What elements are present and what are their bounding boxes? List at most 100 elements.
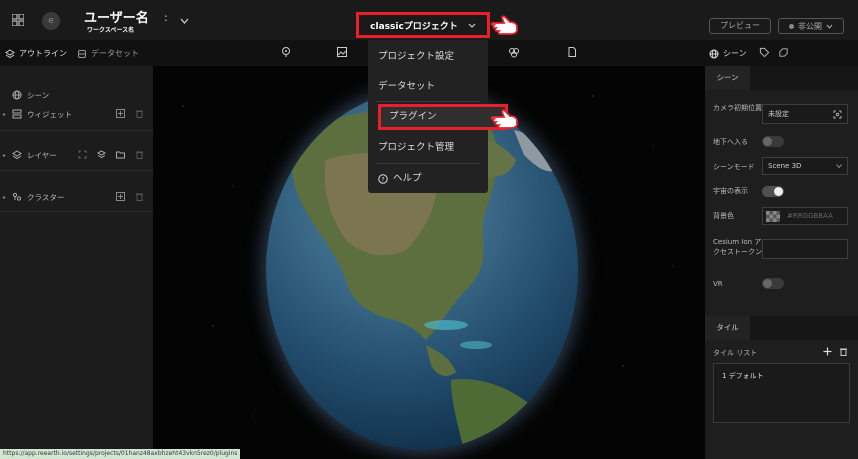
map-pin-icon[interactable] (280, 46, 292, 58)
svg-text:?: ? (381, 176, 384, 184)
color-swatch-icon[interactable] (766, 211, 780, 222)
right-panel: シーン カメラ初期位置 未設定 地下へ入る シーンモード Scene 3D 宇宙… (705, 66, 858, 459)
trash-icon[interactable] (135, 109, 144, 118)
pointer-hand-icon (490, 109, 518, 129)
add-icon[interactable] (116, 109, 125, 118)
tab-dataset-label: データセット (91, 49, 139, 58)
camera-field[interactable]: 未設定 (762, 104, 848, 124)
top-bar: e ユーザー名 ワークスペース名 : classicプロジェクト プレビュー 非… (0, 0, 858, 40)
cluster-icon (12, 192, 22, 201)
chevron-down-icon (826, 24, 833, 29)
underground-toggle[interactable] (762, 136, 784, 147)
add-icon[interactable] (116, 192, 125, 201)
separator: : (164, 11, 168, 24)
vr-toggle[interactable] (762, 278, 784, 289)
globe-icon (709, 49, 719, 58)
outline-widget-label: ウィジェット (27, 109, 72, 119)
space-label: 宇宙の表示 (713, 187, 748, 195)
menu-item-dataset[interactable]: データセット (368, 72, 488, 102)
bg-color-field[interactable]: #RRGGBBAA (762, 207, 848, 225)
trash-icon[interactable] (839, 347, 848, 356)
tile-list: 1 デフォルト (713, 363, 850, 423)
bg-color-value: #RRGGBBAA (787, 212, 833, 220)
tile-section-header: タイル (705, 316, 858, 340)
outline-layer-label: レイヤー (27, 150, 57, 160)
caret-right-icon[interactable]: ▸ (3, 111, 6, 118)
scene-mode-select[interactable]: Scene 3D (762, 157, 848, 175)
layers-icon (12, 150, 22, 160)
plugin-icon[interactable] (778, 47, 789, 58)
chevron-down-icon (836, 164, 842, 168)
outline-cluster-label: クラスター (27, 192, 65, 202)
tab-outline-label: アウトライン (19, 49, 67, 58)
publish-status-button[interactable]: 非公開 (778, 18, 844, 34)
outline-scene[interactable]: シーン (0, 86, 153, 104)
publish-label: 非公開 (798, 21, 822, 31)
tab-dataset[interactable]: データセット (77, 48, 139, 59)
outline-scene-label: シーン (27, 90, 50, 100)
tile-list-item[interactable]: 1 デフォルト (722, 371, 764, 381)
capture-icon[interactable] (833, 110, 842, 119)
cesium-label: Cesium Ion アクセストークン (713, 238, 762, 256)
menu-item-help-label: ヘルプ (393, 173, 422, 184)
scene-mode-label: シーンモード (713, 163, 755, 171)
menu-item-plugin-label: プラグイン (389, 111, 437, 122)
cluster-icon[interactable] (508, 46, 520, 58)
chevron-down-icon[interactable] (180, 18, 189, 24)
tile-section-tab[interactable]: タイル (705, 316, 750, 340)
preview-button[interactable]: プレビュー (709, 18, 771, 34)
divider (0, 170, 153, 171)
add-icon[interactable] (823, 347, 832, 356)
status-bar-url: https://app.reearth.io/settings/projects… (0, 449, 241, 459)
tab-scene-label: シーン (723, 49, 747, 58)
cesium-token-field[interactable] (762, 239, 848, 259)
tag-icon[interactable] (759, 47, 770, 58)
file-icon[interactable] (566, 46, 578, 58)
add-layer-icon[interactable] (97, 150, 106, 159)
database-icon (78, 49, 86, 58)
tab-outline[interactable]: アウトライン (5, 48, 67, 59)
status-dot-icon (789, 23, 794, 29)
caret-right-icon[interactable]: ▸ (3, 194, 6, 201)
outline-widget[interactable]: ▸ ウィジェット (0, 105, 153, 123)
pointer-hand-icon (490, 15, 518, 35)
divider (0, 130, 153, 131)
project-name: classicプロジェクト (370, 21, 458, 32)
menu-divider (376, 101, 480, 102)
menu-item-project-settings[interactable]: プロジェクト設定 (368, 42, 488, 72)
scene-mode-value: Scene 3D (768, 162, 802, 170)
project-dropdown-menu: プロジェクト設定 データセット プラグイン プロジェクト管理 ? ヘルプ (368, 40, 508, 194)
trash-icon[interactable] (135, 192, 144, 201)
tab-scene[interactable]: シーン (709, 48, 747, 59)
chevron-down-icon (468, 23, 476, 28)
import-icon[interactable] (78, 150, 87, 159)
globe-icon (12, 90, 22, 100)
space-toggle[interactable] (762, 186, 784, 197)
menu-item-help[interactable]: ? ヘルプ (368, 164, 488, 194)
workspace-name: ワークスペース名 (87, 27, 135, 34)
layers-icon (5, 48, 15, 58)
widget-icon (12, 109, 22, 119)
outline-cluster[interactable]: ▸ クラスター (0, 188, 153, 206)
image-icon[interactable] (336, 46, 348, 58)
help-icon: ? (378, 174, 388, 184)
menu-item-project-management[interactable]: プロジェクト管理 (368, 133, 488, 163)
camera-label: カメラ初期位置 (713, 104, 762, 112)
camera-value: 未設定 (768, 110, 789, 118)
caret-right-icon[interactable]: ▸ (3, 152, 6, 159)
scene-section-tab[interactable]: シーン (705, 66, 750, 90)
project-menu-button[interactable]: classicプロジェクト (356, 12, 490, 38)
folder-icon[interactable] (116, 150, 125, 159)
apps-grid-icon[interactable] (12, 14, 24, 26)
bg-color-label: 背景色 (713, 212, 734, 220)
trash-icon[interactable] (135, 150, 144, 159)
tile-list-label: タイル リスト (713, 349, 758, 357)
underground-label: 地下へ入る (713, 138, 748, 146)
divider (0, 211, 153, 212)
left-panel: シーン ▸ ウィジェット ▸ レイヤー ▸ クラスター (0, 66, 153, 459)
avatar[interactable]: e (42, 12, 60, 30)
vr-label: VR (713, 280, 723, 288)
scene-section-header: シーン (705, 66, 858, 90)
outline-layer[interactable]: ▸ レイヤー (0, 146, 153, 164)
user-name: ユーザー名 (84, 11, 149, 26)
